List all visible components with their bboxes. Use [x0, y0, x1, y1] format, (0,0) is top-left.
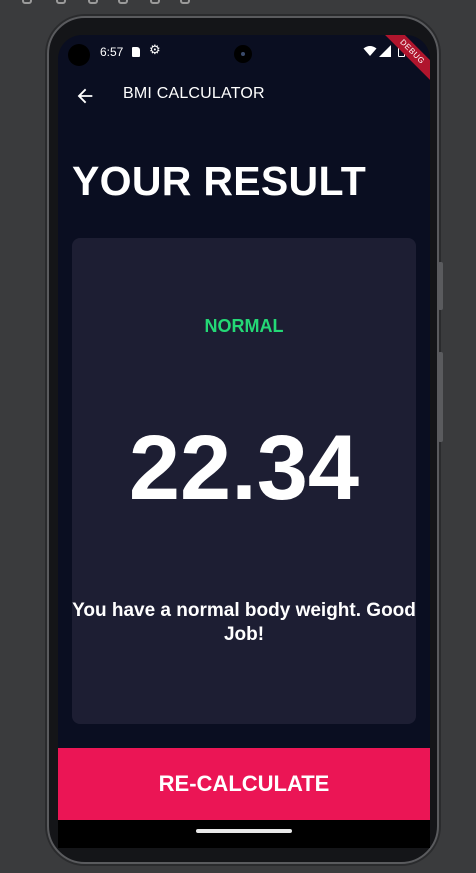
emulator-toolbar	[0, 0, 476, 12]
camera-cutout	[68, 44, 90, 66]
toolbar-icon[interactable]	[22, 0, 32, 4]
gear-icon: ⚙	[149, 43, 161, 58]
bmi-interpretation: You have a normal body weight. Good Job!	[72, 600, 416, 645]
result-card: NORMAL 22.34 You have a normal body weig…	[72, 238, 416, 724]
toolbar-icon[interactable]	[118, 0, 128, 4]
toolbar-icon[interactable]	[56, 0, 66, 4]
sd-card-icon	[132, 47, 140, 57]
volume-button[interactable]	[438, 352, 443, 442]
gesture-nav-bar	[58, 820, 430, 848]
signal-icon	[379, 45, 391, 57]
recalculate-button[interactable]: RE-CALCULATE	[58, 748, 430, 820]
app-title: BMI CALCULATOR	[123, 85, 265, 102]
front-camera	[234, 45, 252, 63]
toolbar-icon[interactable]	[88, 0, 98, 4]
phone-screen: 6:57 ⚙ DEBUG BMI CALCULATOR YOUR RESULT …	[58, 35, 430, 848]
page-title: YOUR RESULT	[72, 158, 367, 204]
home-indicator[interactable]	[196, 829, 292, 833]
wifi-icon	[363, 46, 377, 56]
app-bar: BMI CALCULATOR	[58, 73, 430, 119]
status-bar: 6:57 ⚙ DEBUG	[58, 35, 430, 86]
back-arrow-icon[interactable]	[74, 85, 96, 107]
bmi-value: 22.34	[128, 417, 360, 519]
bmi-category: NORMAL	[204, 316, 284, 336]
toolbar-icon[interactable]	[150, 0, 160, 4]
toolbar-icon[interactable]	[180, 0, 190, 4]
power-button[interactable]	[438, 262, 443, 310]
status-time: 6:57	[100, 45, 124, 59]
